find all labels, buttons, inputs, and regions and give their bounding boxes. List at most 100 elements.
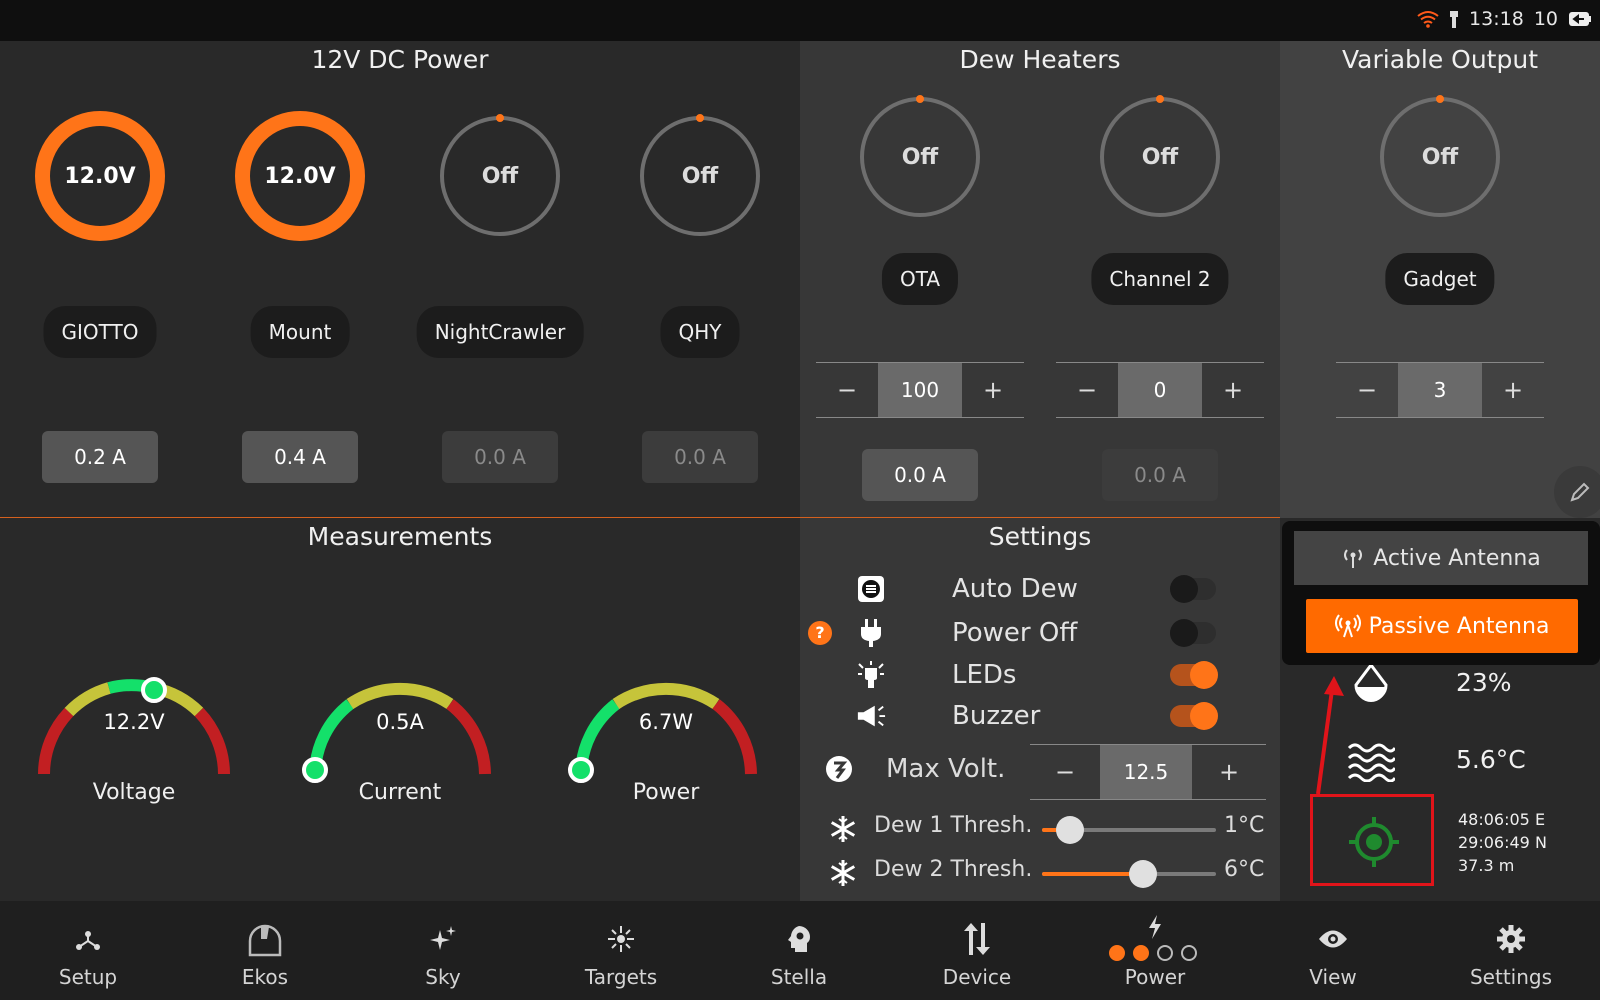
dew-ring-channel-2[interactable]: Off (1100, 95, 1220, 217)
nav-label: Ekos (241, 965, 289, 989)
toggle-knob (1190, 702, 1218, 730)
dew-value: Off (901, 144, 939, 170)
auto-dew-toggle[interactable] (1170, 575, 1216, 603)
slider-fill (1042, 872, 1143, 876)
leds-toggle[interactable] (1170, 661, 1218, 689)
led-bulb-icon (856, 660, 886, 690)
port-value: 12.0V (64, 163, 136, 189)
page-dot (1109, 945, 1125, 961)
slider-thumb[interactable] (1129, 860, 1157, 888)
nav-label: Device (942, 965, 1012, 989)
dew-1-threshold-slider[interactable] (1042, 816, 1216, 844)
eye-icon (1244, 921, 1422, 957)
power-off-toggle[interactable] (1170, 619, 1216, 647)
gps-coordinates: 48:06:05 E 29:06:49 N 37.3 m (1458, 808, 1547, 877)
decrement-button[interactable]: − (1056, 363, 1118, 417)
dew-heaters-title: Dew Heaters (959, 45, 1121, 74)
gps-button[interactable] (1310, 794, 1434, 886)
decrement-button[interactable]: − (816, 363, 878, 417)
decrement-button[interactable]: − (1030, 745, 1100, 799)
port-label-nightcrawler[interactable]: NightCrawler (416, 306, 584, 358)
toggle-knob (1190, 661, 1218, 689)
nav-settings[interactable]: Settings (1422, 901, 1600, 1000)
settings-title: Settings (988, 522, 1092, 551)
dew-label-ota[interactable]: OTA (881, 253, 959, 305)
setting-label: Buzzer (952, 701, 1041, 731)
measurements-panel: Measurements 12.2V Voltage 0.5A Current … (0, 518, 800, 901)
nav-label: Targets (584, 965, 658, 989)
port-label-giotto[interactable]: GIOTTO (43, 306, 157, 358)
nav-label: Setup (58, 965, 118, 989)
nav-view[interactable]: View (1244, 901, 1422, 1000)
stepper-value[interactable]: 0 (1118, 363, 1202, 417)
port-ring-qhy[interactable]: Off (640, 114, 760, 236)
setting-label: Power Off (952, 618, 1078, 648)
dew-2-threshold-value: 6°C (1224, 857, 1265, 882)
active-antenna-label: Active Antenna (1373, 545, 1541, 571)
setting-auto-dew: Auto Dew (800, 568, 1280, 610)
annotation-arrow (1316, 676, 1344, 795)
current-label: Current (358, 780, 442, 805)
variable-output-label[interactable]: Gadget (1385, 253, 1495, 305)
ring-marker (1156, 95, 1164, 103)
dew-label-channel-2[interactable]: Channel 2 (1091, 253, 1229, 305)
fog-waves-icon (1346, 737, 1396, 787)
power-bolt-icon (1066, 909, 1244, 945)
dew-point-value: 5.6°C (1456, 745, 1526, 774)
nav-label: View (1309, 965, 1357, 989)
buzzer-toggle[interactable] (1170, 702, 1218, 730)
setting-label: Auto Dew (952, 574, 1078, 604)
variable-value: Off (1421, 144, 1459, 170)
active-antenna-option[interactable]: Active Antenna (1294, 531, 1588, 585)
setting-buzzer: Buzzer (800, 695, 1280, 737)
decrement-button[interactable]: − (1336, 363, 1398, 417)
dew-ring-ota[interactable]: Off (860, 95, 980, 217)
increment-button[interactable]: + (1202, 363, 1264, 417)
port-ring-nightcrawler[interactable]: Off (440, 114, 560, 236)
stepper-value[interactable]: 12.5 (1100, 745, 1192, 799)
ring-marker (696, 114, 704, 122)
toggle-knob (1170, 619, 1198, 647)
help-icon[interactable]: ? (808, 621, 832, 645)
nav-stella[interactable]: Stella (710, 901, 888, 1000)
gps-latitude: 29:06:49 N (1458, 833, 1547, 852)
port-label-mount[interactable]: Mount (250, 306, 350, 358)
passive-antenna-label: Passive Antenna (1368, 613, 1550, 639)
dew-heaters-panel: Dew Heaters Off Off OTA Channel 2 − 100 … (800, 41, 1280, 518)
nav-device[interactable]: Device (888, 901, 1066, 1000)
settings-panel: Settings Auto Dew ? Power Off LEDs Buzze… (800, 518, 1280, 901)
gauge-needle (568, 757, 594, 783)
variable-output-ring[interactable]: Off (1380, 95, 1500, 217)
port-label-qhy[interactable]: QHY (660, 306, 740, 358)
dew-current-channel-2: 0.0 A (1102, 449, 1218, 501)
wifi-icon (1417, 10, 1439, 28)
port-ring-giotto[interactable]: 12.0V (35, 111, 165, 241)
increment-button[interactable]: + (1482, 363, 1544, 417)
toggle-knob (1170, 575, 1198, 603)
nav-sky[interactable]: Sky (354, 901, 532, 1000)
port-ring-mount[interactable]: 12.0V (235, 111, 365, 241)
increment-button[interactable]: + (962, 363, 1024, 417)
increment-button[interactable]: + (1192, 745, 1266, 799)
setting-power-off: ? Power Off (800, 612, 1280, 654)
nav-setup[interactable]: Setup (0, 901, 177, 1000)
slider-thumb[interactable] (1056, 816, 1084, 844)
humidity-drop-icon (1346, 660, 1396, 710)
dc-power-panel: 12V DC Power 12.0V 12.0V Off Off GIOTTO … (0, 41, 800, 518)
variable-output-panel: Variable Output Off Gadget − 3 + (1280, 41, 1600, 518)
nav-label: Stella (770, 965, 828, 989)
nav-ekos[interactable]: Ekos (176, 901, 354, 1000)
ring-marker (916, 95, 924, 103)
nav-targets[interactable]: Targets (532, 901, 710, 1000)
bottom-navigation: Setup Ekos Sky Targets Stella Device Pow… (0, 901, 1600, 1000)
edit-pencil-button[interactable] (1554, 466, 1600, 518)
stepper-value[interactable]: 3 (1398, 363, 1482, 417)
passive-antenna-option[interactable]: Passive Antenna (1306, 599, 1578, 653)
dew-2-threshold-slider[interactable] (1042, 860, 1216, 888)
gauge-needle (141, 677, 167, 703)
gps-longitude: 48:06:05 E (1458, 810, 1546, 829)
ring-marker (1436, 95, 1444, 103)
stepper-value[interactable]: 100 (878, 363, 962, 417)
dew-1-threshold-value: 1°C (1224, 813, 1265, 838)
ring-marker (496, 114, 504, 122)
